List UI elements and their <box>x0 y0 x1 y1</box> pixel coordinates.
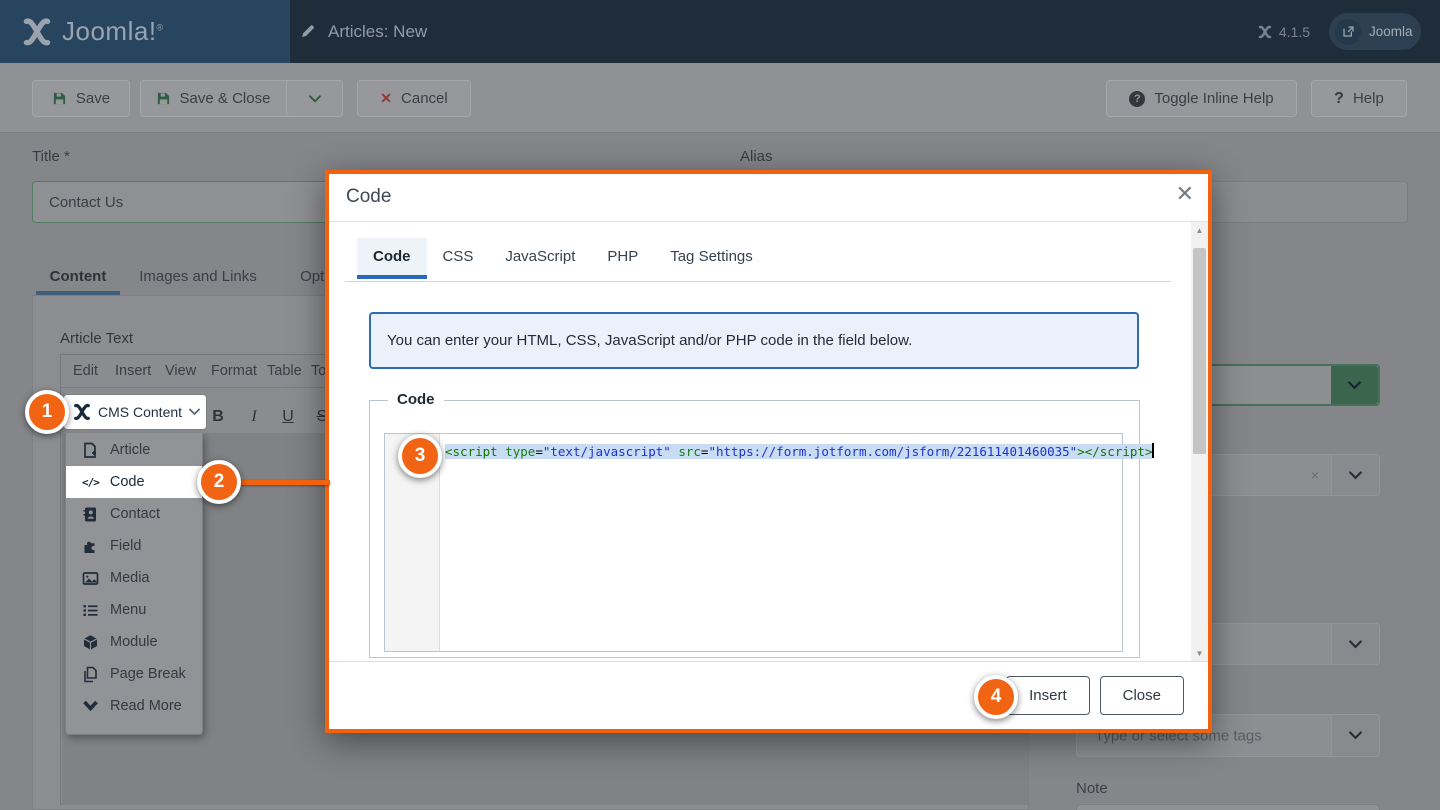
modal-tab-code[interactable]: Code <box>357 238 427 279</box>
menu-item-media[interactable]: Media <box>66 562 202 594</box>
step-badge-4: 4 <box>974 675 1018 719</box>
scroll-down-arrow-icon[interactable]: ▼ <box>1191 645 1208 661</box>
code-fieldset-legend: Code <box>388 391 444 408</box>
chevron-down-icon <box>1348 381 1361 390</box>
tab-images-and-links[interactable]: Images and Links <box>120 258 276 295</box>
app-screen: Joomla!® Articles: New 4.1.5 Joomla Save… <box>0 0 1440 810</box>
menu-item-menu[interactable]: Menu <box>66 594 202 626</box>
modal-close-icon[interactable]: ✕ <box>1176 183 1194 205</box>
top-header-bar: Joomla!® Articles: New 4.1.5 Joomla <box>0 0 1440 63</box>
editor-menu-edit[interactable]: Edit <box>73 355 98 387</box>
title-input-value: Contact Us <box>49 194 123 211</box>
clear-selection-icon[interactable]: × <box>1311 467 1319 483</box>
joomla-version-icon <box>1258 25 1272 39</box>
scrollbar-thumb[interactable] <box>1193 248 1206 454</box>
menu-item-contact[interactable]: Contact <box>66 498 202 530</box>
save-button[interactable]: Save <box>32 80 130 117</box>
modal-tab-css[interactable]: CSS <box>427 238 490 279</box>
page-title: Articles: New <box>300 0 427 63</box>
help-button[interactable]: ? Help <box>1311 80 1407 117</box>
italic-button[interactable]: I <box>241 401 267 433</box>
save-options-dropdown-toggle[interactable] <box>286 80 343 117</box>
external-link-icon <box>1342 25 1355 38</box>
note-label: Note <box>1076 780 1108 797</box>
step-2-connector-line <box>240 480 330 485</box>
chevron-down-icon <box>189 408 200 416</box>
modal-tab-php[interactable]: PHP <box>591 238 654 279</box>
code-fieldset: Code <script type="text/javascript" src=… <box>369 400 1140 658</box>
text-cursor <box>1152 443 1154 458</box>
cancel-button[interactable]: ✕ Cancel <box>357 80 471 117</box>
modal-footer: Insert Close <box>329 661 1208 729</box>
chevron-down-icon <box>1349 640 1362 649</box>
media-image-icon <box>82 570 99 587</box>
cms-content-dropdown-button[interactable]: CMS Content <box>64 395 206 429</box>
modal-scrollbar[interactable]: ▲ ▼ <box>1191 222 1208 661</box>
article-icon <box>82 442 99 459</box>
insert-button[interactable]: Insert <box>1006 676 1090 715</box>
modal-header: Code ✕ <box>329 174 1208 222</box>
chevron-down-icon <box>309 95 321 103</box>
editor-menu-table[interactable]: Table <box>267 355 302 387</box>
menu-item-read-more[interactable]: Read More <box>66 690 202 722</box>
menu-item-field[interactable]: Field <box>66 530 202 562</box>
editor-menu-view[interactable]: View <box>165 355 196 387</box>
code-line[interactable]: <script type="text/javascript" src="http… <box>445 443 1154 459</box>
editor-menu-format[interactable]: Format <box>211 355 257 387</box>
note-input[interactable] <box>1076 804 1380 810</box>
tab-content[interactable]: Content <box>36 258 120 295</box>
bold-button[interactable]: B <box>205 401 231 433</box>
contact-icon <box>82 506 99 523</box>
menu-item-article[interactable]: Article <box>66 434 202 466</box>
modal-body: Code CSS JavaScript PHP Tag Settings You… <box>329 222 1208 661</box>
menu-item-module[interactable]: Module <box>66 626 202 658</box>
underline-button[interactable]: U <box>275 401 301 433</box>
version-indicator: 4.1.5 <box>1258 0 1310 63</box>
close-button[interactable]: Close <box>1100 676 1184 715</box>
chevron-down-icon <box>1349 471 1362 480</box>
tab-row-divider <box>345 281 1171 282</box>
trademark-symbol: ® <box>157 22 164 32</box>
scroll-up-arrow-icon[interactable]: ▲ <box>1191 222 1208 238</box>
cms-content-menu: Article </> Code Contact Field Media Men… <box>65 433 203 735</box>
toggle-inline-help-button[interactable]: ? Toggle Inline Help <box>1106 80 1297 117</box>
code-icon: </> <box>82 476 99 489</box>
module-cube-icon <box>82 634 99 651</box>
question-circle-icon: ? <box>1129 91 1145 107</box>
joomla-logo-icon <box>22 17 52 47</box>
question-icon: ? <box>1334 90 1344 108</box>
step-badge-1: 1 <box>25 390 69 434</box>
title-field-label: Title * <box>32 148 70 165</box>
modal-tab-javascript[interactable]: JavaScript <box>489 238 591 279</box>
code-editor[interactable]: <script type="text/javascript" src="http… <box>384 433 1123 652</box>
site-preview-label: Joomla <box>1369 24 1413 39</box>
save-icon <box>156 91 171 106</box>
editor-menu-insert[interactable]: Insert <box>115 355 151 387</box>
puzzle-icon <box>82 538 99 555</box>
chevron-down-icon <box>1349 731 1362 740</box>
step-badge-3: 3 <box>398 434 442 478</box>
joomla-logo-area[interactable]: Joomla!® <box>0 0 290 63</box>
modal-title: Code <box>346 186 391 208</box>
page-break-icon <box>82 666 99 683</box>
joomla-icon <box>73 403 91 421</box>
modal-tab-tag-settings[interactable]: Tag Settings <box>654 238 769 279</box>
menu-item-page-break[interactable]: Page Break <box>66 658 202 690</box>
joomla-logotype: Joomla!® <box>62 16 164 47</box>
menu-item-code[interactable]: </> Code <box>66 466 202 498</box>
save-icon <box>52 91 67 106</box>
site-preview-button[interactable]: Joomla <box>1329 13 1421 50</box>
info-alert: You can enter your HTML, CSS, JavaScript… <box>369 312 1139 369</box>
code-modal: Code ✕ Code CSS JavaScript PHP Tag Setti… <box>325 170 1212 733</box>
alias-field-label: Alias <box>740 148 773 165</box>
cancel-x-icon: ✕ <box>380 90 392 107</box>
modal-tabs: Code CSS JavaScript PHP Tag Settings <box>357 238 769 279</box>
pencil-icon <box>300 23 317 40</box>
menu-list-icon <box>82 602 99 619</box>
read-more-chevron-icon <box>82 698 99 715</box>
article-text-label: Article Text <box>60 330 133 347</box>
step-badge-2: 2 <box>197 460 241 504</box>
